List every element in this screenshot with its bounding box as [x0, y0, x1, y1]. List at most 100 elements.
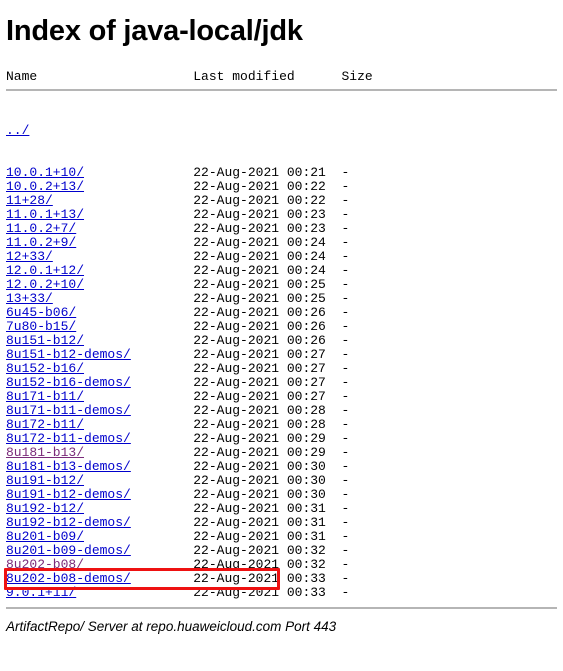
entry-meta: 22-Aug-2021 00:27 - [130, 375, 350, 390]
column-header-name: Name [6, 69, 38, 84]
entry-meta: 22-Aug-2021 00:26 - [76, 319, 350, 334]
list-item: 8u191-b12-demos/ 22-Aug-2021 00:30 - [6, 488, 557, 502]
entry-meta: 22-Aug-2021 00:27 - [84, 389, 350, 404]
entry-meta: 22-Aug-2021 00:30 - [130, 487, 350, 502]
directory-link[interactable]: 8u192-b12/ [6, 501, 84, 516]
column-header-spacer-1 [37, 69, 193, 84]
entry-meta: 22-Aug-2021 00:27 - [84, 361, 350, 376]
list-item: 8u192-b12/ 22-Aug-2021 00:31 - [6, 502, 557, 516]
entry-meta: 22-Aug-2021 00:27 - [130, 347, 350, 362]
directory-link[interactable]: 8u202-b08-demos/ [6, 571, 131, 586]
directory-link[interactable]: 7u80-b15/ [6, 319, 76, 334]
entry-meta: 22-Aug-2021 00:28 - [130, 403, 350, 418]
list-item: 7u80-b15/ 22-Aug-2021 00:26 - [6, 320, 557, 334]
column-header-size: Size [341, 69, 373, 84]
directory-link[interactable]: 8u191-b12-demos/ [6, 487, 131, 502]
directory-link[interactable]: 12.0.1+12/ [6, 263, 84, 278]
list-item: 9.0.1+11/ 22-Aug-2021 00:33 - [6, 586, 557, 600]
list-item: 8u171-b11-demos/ 22-Aug-2021 00:28 - [6, 404, 557, 418]
directory-link[interactable]: 8u151-b12-demos/ [6, 347, 131, 362]
list-item: 8u181-b13/ 22-Aug-2021 00:29 - [6, 446, 557, 460]
entry-meta: 22-Aug-2021 00:24 - [52, 249, 350, 264]
directory-link[interactable]: 8u152-b16-demos/ [6, 375, 131, 390]
directory-link[interactable]: 8u202-b08/ [6, 557, 84, 572]
directory-link[interactable]: 8u181-b13/ [6, 445, 84, 460]
entry-meta: 22-Aug-2021 00:25 - [84, 277, 350, 292]
list-item: 11.0.2+7/ 22-Aug-2021 00:23 - [6, 222, 557, 236]
directory-link[interactable]: 11.0.2+9/ [6, 235, 76, 250]
page-title: Index of java-local/jdk [6, 15, 303, 47]
list-item: 8u201-b09-demos/ 22-Aug-2021 00:32 - [6, 544, 557, 558]
entry-meta: 22-Aug-2021 00:33 - [76, 585, 350, 600]
directory-link[interactable]: 8u181-b13-demos/ [6, 459, 131, 474]
directory-link[interactable]: 6u45-b06/ [6, 305, 76, 320]
directory-link[interactable]: 13+33/ [6, 291, 53, 306]
list-item: 8u172-b11/ 22-Aug-2021 00:28 - [6, 418, 557, 432]
directory-link[interactable]: 8u171-b11/ [6, 389, 84, 404]
list-item: 11.0.1+13/ 22-Aug-2021 00:23 - [6, 208, 557, 222]
entry-meta: 22-Aug-2021 00:28 - [84, 417, 350, 432]
list-item: 12.0.2+10/ 22-Aug-2021 00:25 - [6, 278, 557, 292]
list-item: 10.0.2+13/ 22-Aug-2021 00:22 - [6, 180, 557, 194]
directory-link[interactable]: 8u151-b12/ [6, 333, 84, 348]
list-item: 11+28/ 22-Aug-2021 00:22 - [6, 194, 557, 208]
entry-meta: 22-Aug-2021 00:22 - [84, 179, 350, 194]
list-item: 8u172-b11-demos/ 22-Aug-2021 00:29 - [6, 432, 557, 446]
directory-listing: ../ 10.0.1+10/ 22-Aug-2021 00:21 -10.0.2… [6, 96, 557, 600]
entry-meta: 22-Aug-2021 00:30 - [130, 459, 350, 474]
entry-meta: 22-Aug-2021 00:23 - [76, 221, 350, 236]
list-item: 8u151-b12-demos/ 22-Aug-2021 00:27 - [6, 348, 557, 362]
directory-link[interactable]: 8u172-b11/ [6, 417, 84, 432]
list-item: 8u192-b12-demos/ 22-Aug-2021 00:31 - [6, 516, 557, 530]
directory-link[interactable]: 12+33/ [6, 249, 53, 264]
directory-link[interactable]: 8u192-b12-demos/ [6, 515, 131, 530]
entry-meta: 22-Aug-2021 00:24 - [84, 263, 350, 278]
entry-meta: 22-Aug-2021 00:31 - [130, 515, 350, 530]
list-item: 12.0.1+12/ 22-Aug-2021 00:24 - [6, 264, 557, 278]
directory-index-page: Index of java-local/jdk Name Last modifi… [0, 14, 563, 636]
column-header-spacer-2 [295, 69, 342, 84]
directory-link[interactable]: 10.0.1+10/ [6, 165, 84, 180]
entry-meta: 22-Aug-2021 00:25 - [52, 291, 350, 306]
entry-meta: 22-Aug-2021 00:32 - [84, 557, 350, 572]
list-item: 8u171-b11/ 22-Aug-2021 00:27 - [6, 390, 557, 404]
entry-meta: 22-Aug-2021 00:31 - [84, 529, 350, 544]
entry-meta: 22-Aug-2021 00:32 - [130, 543, 350, 558]
directory-link[interactable]: 8u171-b11-demos/ [6, 403, 131, 418]
directory-link[interactable]: 12.0.2+10/ [6, 277, 84, 292]
directory-link[interactable]: 8u191-b12/ [6, 473, 84, 488]
list-item: 8u181-b13-demos/ 22-Aug-2021 00:30 - [6, 460, 557, 474]
entry-meta: 22-Aug-2021 00:29 - [130, 431, 350, 446]
entry-meta: 22-Aug-2021 00:31 - [84, 501, 350, 516]
list-item: 12+33/ 22-Aug-2021 00:24 - [6, 250, 557, 264]
server-signature: ArtifactRepo/ Server at repo.huaweicloud… [6, 619, 337, 634]
directory-link[interactable]: 8u172-b11-demos/ [6, 431, 131, 446]
list-item: 8u202-b08-demos/ 22-Aug-2021 00:33 - [6, 572, 557, 586]
list-item: 8u152-b16-demos/ 22-Aug-2021 00:27 - [6, 376, 557, 390]
directory-link[interactable]: 8u201-b09-demos/ [6, 543, 131, 558]
list-item: 6u45-b06/ 22-Aug-2021 00:26 - [6, 306, 557, 320]
directory-link[interactable]: 11.0.2+7/ [6, 221, 76, 236]
entry-meta: 22-Aug-2021 00:22 - [52, 193, 350, 208]
list-item: 8u191-b12/ 22-Aug-2021 00:30 - [6, 474, 557, 488]
directory-link[interactable]: 11+28/ [6, 193, 53, 208]
directory-link[interactable]: 9.0.1+11/ [6, 585, 76, 600]
list-item: 13+33/ 22-Aug-2021 00:25 - [6, 292, 557, 306]
list-item-parent: ../ [6, 124, 557, 138]
entry-meta: 22-Aug-2021 00:24 - [76, 235, 350, 250]
list-item: 8u202-b08/ 22-Aug-2021 00:32 - [6, 558, 557, 572]
directory-link[interactable]: 8u201-b09/ [6, 529, 84, 544]
list-item: 8u152-b16/ 22-Aug-2021 00:27 - [6, 362, 557, 376]
parent-directory-link[interactable]: ../ [6, 123, 29, 138]
directory-link[interactable]: 11.0.1+13/ [6, 207, 84, 222]
entry-meta: 22-Aug-2021 00:33 - [130, 571, 350, 586]
entry-meta: 22-Aug-2021 00:23 - [84, 207, 350, 222]
entry-meta: 22-Aug-2021 00:21 - [84, 165, 350, 180]
directory-link[interactable]: 10.0.2+13/ [6, 179, 84, 194]
list-item: 8u151-b12/ 22-Aug-2021 00:26 - [6, 334, 557, 348]
list-item: 10.0.1+10/ 22-Aug-2021 00:21 - [6, 166, 557, 180]
entry-meta: 22-Aug-2021 00:26 - [76, 305, 350, 320]
list-item: 8u201-b09/ 22-Aug-2021 00:31 - [6, 530, 557, 544]
directory-link[interactable]: 8u152-b16/ [6, 361, 84, 376]
list-item: 11.0.2+9/ 22-Aug-2021 00:24 - [6, 236, 557, 250]
